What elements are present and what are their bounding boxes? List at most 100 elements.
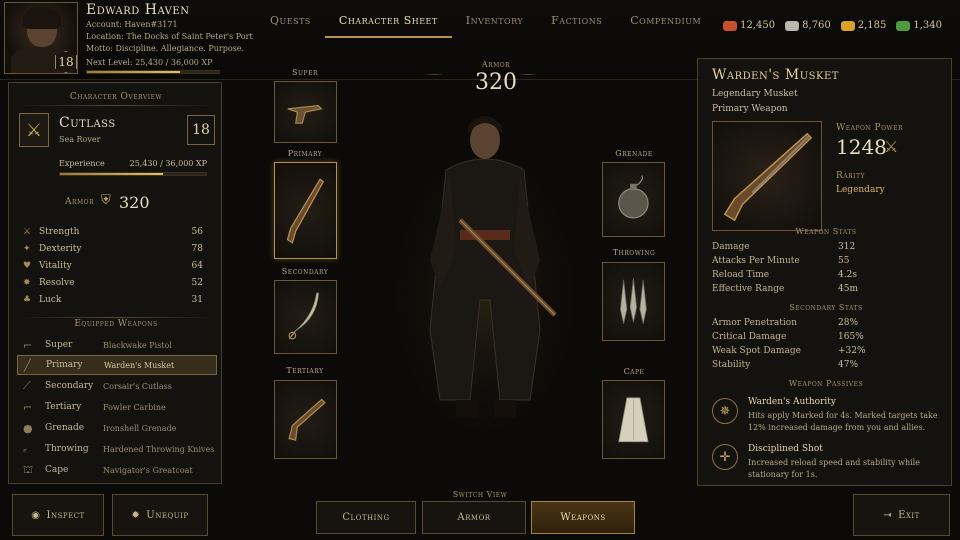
crossed-swords-icon: ⚔ [19,113,49,147]
vitality-icon: ♥ [23,261,32,271]
cape-icon [618,397,649,442]
stat-value: 165% [838,332,864,342]
player-name: Edward Haven [86,2,190,18]
slot-throwing[interactable] [602,262,665,341]
knives-icon: ⸗ [23,442,27,456]
stat-label: Strength [39,227,80,237]
equipped-grenade[interactable]: ● Grenade Ironshell Grenade [17,418,217,438]
weapon-name: Ironshell Grenade [103,423,177,433]
stat-row: Effective Range 45m [712,284,940,294]
strength-icon: ⚔ [23,227,32,237]
stat-value: 45m [838,284,858,294]
passive-description: Increased reload speed and stability whi… [748,458,920,479]
view-weapons-button[interactable]: Weapons [531,501,635,534]
slot-primary[interactable] [274,162,337,259]
stat-row: Reload Time 4.2s [712,270,940,280]
weapon-name: Warden's Musket [104,360,175,370]
experience-value: 25,430 / 36,000 XP [129,159,207,168]
slot-secondary[interactable] [274,280,337,354]
class-name: Cutlass [59,115,116,131]
view-armor-button[interactable]: Armor [422,501,526,534]
slot-label-primary: Primary [287,149,323,158]
class-subtitle: Sea Rover [59,135,101,144]
unequip-button[interactable]: ✹ Unequip [112,494,208,536]
rarity-value: Legendary [836,185,885,195]
slot-label-grenade: Grenade [615,149,653,158]
character-figure [390,116,580,430]
exit-button[interactable]: ⇥ Exit [853,494,950,536]
equipped-primary[interactable]: ╱ Primary Warden's Musket [17,355,217,375]
slot-label: Super [45,340,73,350]
view-clothing-button[interactable]: Clothing [316,501,416,534]
equipped-super[interactable]: ⌐ Super Blackwake Pistol [17,335,217,355]
tab-inventory[interactable]: Inventory [452,8,537,38]
weapon-power-label: Weapon Power [836,123,904,133]
weapon-name: Blackwake Pistol [103,340,172,350]
equipped-secondary[interactable]: ⟋ Secondary Corsair's Cutlass [17,376,217,396]
weapon-name: Corsair's Cutlass [103,381,172,391]
tab-quests[interactable]: Quests [256,8,325,38]
slot-super[interactable] [274,81,337,143]
tab-character-sheet[interactable]: Character Sheet [324,8,452,38]
equipped-throwing[interactable]: ⸗ Throwing Hardened Throwing Knives [17,439,217,459]
experience-fill [60,173,164,175]
gear-icon: ✹ [131,509,141,521]
stat-vitality: ♥ Vitality 64 [23,259,203,273]
slot-label: Tertiary [45,402,82,412]
equipped-tertiary[interactable]: ⌐ Tertiary Fowler Carbine [17,397,217,417]
slot-grenade[interactable] [602,162,665,237]
musket-icon: ╱ [24,358,31,372]
slot-cape[interactable] [602,380,665,459]
herb-amount: 1,340 [913,20,942,31]
equipped-weapons-title: Equipped Weapons [74,319,158,329]
pistol-icon: ⌐ [23,338,33,352]
character-model [390,100,580,430]
stat-name: Weak Spot Damage [712,346,801,356]
weapon-detail-panel: Warden's Musket Legendary Musket Primary… [697,58,952,486]
equipped-cape[interactable]: ⛫ Cape Navigator's Greatcoat [17,460,217,480]
account-id: Account: Haven#3171 [86,20,178,29]
center-armor-label: Armor [481,60,511,69]
stat-resolve: ✸ Resolve 52 [23,276,203,290]
herb-icon [896,20,911,31]
carbine-icon [288,398,326,441]
tab-compendium[interactable]: Compendium [616,8,715,38]
slot-tertiary[interactable] [274,380,337,459]
stat-value: 31 [191,295,203,305]
resource-herb: 1,340 [896,20,942,31]
stat-value: 28% [838,318,859,328]
overview-title: Character Overview [69,92,163,102]
passive-name: Warden's Authority [748,397,836,407]
experience-label: Experience [59,159,105,168]
player-location: Location: The Docks of Saint Peter's Por… [86,32,253,41]
switch-view-label: Switch View [452,490,508,499]
stat-value: 78 [191,244,203,254]
stat-value: 4.2s [838,270,857,280]
cutlass-icon: ⟋ [23,379,31,392]
stat-dexterity: ✦ Dexterity 78 [23,242,203,256]
weapon-passives-title: Weapon Passives [788,379,864,388]
weapon-name: Fowler Carbine [103,402,166,412]
weapon-image [712,121,822,231]
stat-name: Stability [712,360,751,370]
armor-label: Armor [65,197,95,207]
tab-factions[interactable]: Factions [537,8,616,38]
slot-label-super: Super [292,68,318,77]
stat-name: Attacks Per Minute [712,256,800,266]
stat-name: Critical Damage [712,332,787,342]
ore-icon [723,20,738,31]
exit-door-icon: ⇥ [883,509,893,521]
stat-row: Critical Damage 165% [712,332,940,342]
grenade-icon [618,175,649,219]
stat-name: Damage [712,242,750,252]
inspect-button[interactable]: ◉ Inspect [12,494,104,536]
secondary-stats-title: Secondary Stats [789,303,863,312]
inspect-label: Inspect [46,509,85,521]
weapon-stats-title: Weapon Stats [795,227,857,236]
slot-label: Grenade [45,423,85,433]
cutlass-icon [288,293,319,340]
stat-label: Resolve [39,278,75,288]
carbine-icon: ⌐ [23,400,33,414]
xp-progress-fill [87,71,181,73]
stat-value: 312 [838,242,856,252]
